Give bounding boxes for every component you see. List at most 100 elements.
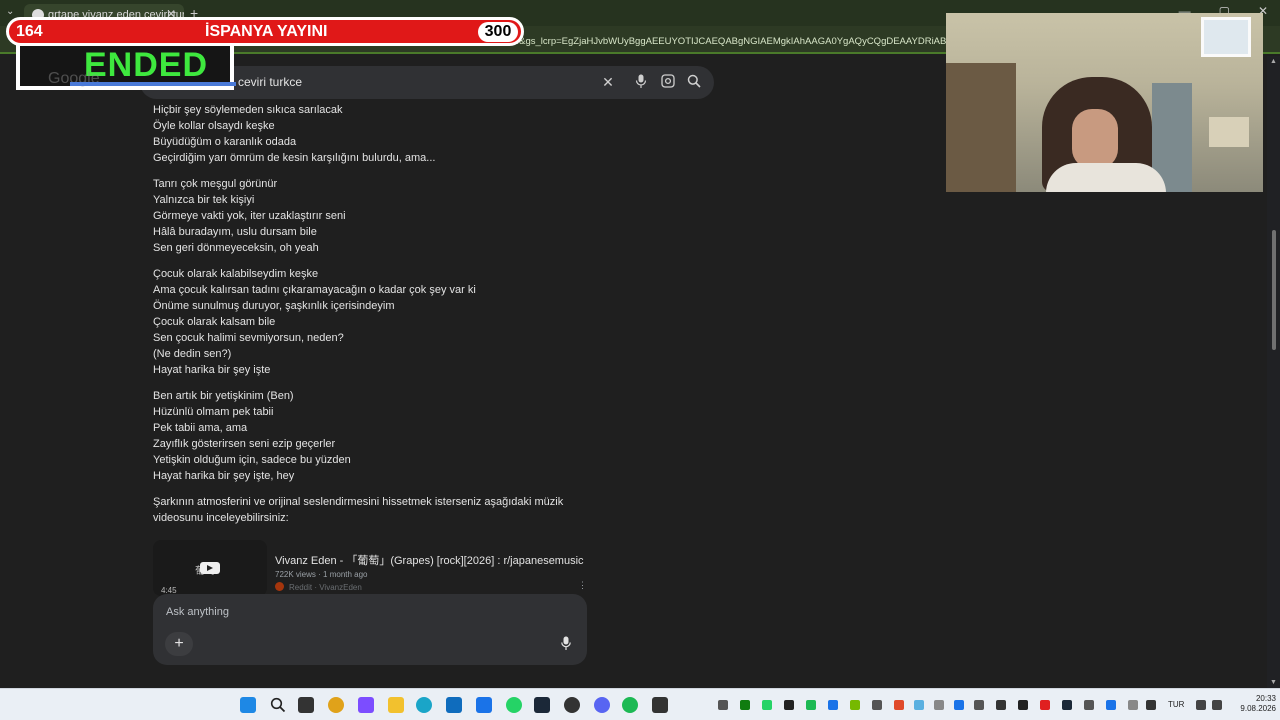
lyric-line: Hâlâ buradayım, uslu dursam bile xyxy=(153,226,317,238)
video-thumbnail[interactable]: 葡萄 4:45 xyxy=(153,540,267,596)
spotify-tray-icon[interactable] xyxy=(806,700,816,710)
volume-icon[interactable] xyxy=(1212,700,1222,710)
play-icon[interactable] xyxy=(200,562,220,574)
store-icon[interactable] xyxy=(446,697,462,713)
lyric-line: Büyüdüğüm o karanlık odada xyxy=(153,136,297,148)
edge-icon[interactable] xyxy=(416,697,432,713)
lens-icon[interactable] xyxy=(660,74,676,90)
tray-icon[interactable] xyxy=(954,700,964,710)
webcam-shirt xyxy=(1046,163,1166,192)
copilot-icon[interactable] xyxy=(358,697,374,713)
tray-icon[interactable] xyxy=(1018,700,1028,710)
lyric-line: Hüzünlü olmam pek tabii xyxy=(153,406,274,418)
reddit-icon xyxy=(275,582,284,591)
more-options-icon[interactable]: ⋮ xyxy=(578,580,587,591)
clock-date: 9.08.2026 xyxy=(1240,704,1276,713)
tray-icon[interactable] xyxy=(718,700,728,710)
language-indicator[interactable]: TUR xyxy=(1168,700,1184,709)
overlay-title: İSPANYA YAYINI xyxy=(205,23,328,40)
clock[interactable]: 20:33 9.08.2026 xyxy=(1232,694,1276,714)
taskbar: TUR 20:33 9.08.2026 xyxy=(0,688,1280,720)
video-source-label: Reddit · VivanzEden xyxy=(289,583,362,592)
tray-icon[interactable] xyxy=(1040,700,1050,710)
video-views: 722K views xyxy=(275,570,316,579)
spotify-icon[interactable] xyxy=(622,697,638,713)
lyric-line: Hayat harika bir şey işte, hey xyxy=(153,470,295,482)
lyric-line: Zayıflık gösterirsen seni ezip geçerler xyxy=(153,438,336,450)
clear-icon[interactable]: ✕ xyxy=(600,74,616,90)
xbox-icon[interactable] xyxy=(740,700,750,710)
ai-answer-content: Hiçbir şey söylemeden sıkıca sarılacak Ö… xyxy=(153,102,593,526)
lyrics-stanza: Ben artık bir yetişkinim (Ben) Hüzünlü o… xyxy=(153,388,593,484)
mic-icon[interactable] xyxy=(561,636,571,653)
whatsapp-icon[interactable] xyxy=(506,697,522,713)
tray-icon[interactable] xyxy=(974,700,984,710)
lyrics-stanza: Hiçbir şey söylemeden sıkıca sarılacak Ö… xyxy=(153,102,593,166)
ask-input[interactable]: Ask anything xyxy=(166,606,229,618)
search-icon[interactable] xyxy=(686,74,702,90)
tray-icon[interactable] xyxy=(1084,700,1094,710)
network-icon[interactable] xyxy=(1196,700,1206,710)
chrome-icon[interactable] xyxy=(328,697,344,713)
webcam-box xyxy=(1209,117,1249,147)
tray-icon[interactable] xyxy=(996,700,1006,710)
tray-icon[interactable] xyxy=(1128,700,1138,710)
tab-search-icon[interactable]: ⌄ xyxy=(6,6,14,17)
overlay-underline xyxy=(70,82,236,86)
steam-tray-icon[interactable] xyxy=(1062,700,1072,710)
lyric-line: (Ne dedin sen?) xyxy=(153,348,232,360)
lyric-line: Sen geri dönmeyeceksin, oh yeah xyxy=(153,242,319,254)
webcam-feed xyxy=(946,13,1263,192)
video-intro-text: Şarkının atmosferini ve orijinal seslend… xyxy=(153,496,564,524)
mic-tray-icon[interactable] xyxy=(1146,700,1156,710)
webcam-shelf xyxy=(946,63,1016,192)
video-meta: 722K views · 1 month ago xyxy=(275,570,368,579)
lyric-line: Pek tabii ama, ama xyxy=(153,422,248,434)
webcam-window xyxy=(1201,17,1251,57)
tray-icon[interactable] xyxy=(828,700,838,710)
lyric-line: Sen çocuk halimi sevmiyorsun, neden? xyxy=(153,332,344,344)
file-explorer-icon[interactable] xyxy=(388,697,404,713)
lyric-line: Ama çocuk kalırsan tadını çıkaramayacağı… xyxy=(153,284,476,296)
add-button[interactable]: + xyxy=(165,632,193,656)
search-icon[interactable] xyxy=(270,697,286,713)
lyric-line: Hiçbir şey söylemeden sıkıca sarılacak xyxy=(153,104,343,116)
start-icon[interactable] xyxy=(240,697,256,713)
right-score: 300 xyxy=(478,22,518,42)
tray-icon[interactable] xyxy=(894,700,904,710)
nvidia-icon[interactable] xyxy=(850,700,860,710)
ask-box[interactable]: Ask anything + xyxy=(153,594,587,665)
video-source: Reddit · VivanzEden xyxy=(275,582,362,592)
mic-icon[interactable] xyxy=(633,74,649,90)
tray-icon[interactable] xyxy=(1106,700,1116,710)
tray-icon[interactable] xyxy=(914,700,924,710)
clock-time: 20:33 xyxy=(1255,694,1276,703)
lyric-line: Çocuk olarak kalsam bile xyxy=(153,316,276,328)
lyric-line: Görmeye vakti yok, iter uzaklaştırır sen… xyxy=(153,210,346,222)
lyric-line: Geçirdiğim yarı ömrüm de kesin karşılığı… xyxy=(153,152,436,164)
whatsapp-tray-icon[interactable] xyxy=(762,700,772,710)
discord-icon[interactable] xyxy=(594,697,610,713)
lyric-line: Hayat harika bir şey işte xyxy=(153,364,271,376)
left-score: 164 xyxy=(16,23,43,40)
tray-icon[interactable] xyxy=(934,700,944,710)
app-icon[interactable] xyxy=(564,697,580,713)
lyrics-stanza: Tanrı çok meşgul görünür Yalnızca bir te… xyxy=(153,176,593,256)
task-view-icon[interactable] xyxy=(298,697,314,713)
webcam-face xyxy=(1072,109,1118,169)
scroll-down-icon[interactable]: ▼ xyxy=(1270,679,1277,686)
lyric-line: Tanrı çok meşgul görünür xyxy=(153,178,278,190)
page-scrollbar[interactable]: ▲ ▼ xyxy=(1267,56,1280,688)
video-title-link[interactable]: Vivanz Eden - 「葡萄」(Grapes) [rock][2026] … xyxy=(275,552,584,568)
score-bar: 164 İSPANYA YAYINI 300 xyxy=(6,17,524,46)
scroll-thumb[interactable] xyxy=(1272,230,1276,350)
tray-icon[interactable] xyxy=(872,700,882,710)
steam-icon[interactable] xyxy=(534,697,550,713)
app-icon[interactable] xyxy=(652,697,668,713)
lyric-line: Yalnızca bir tek kişiyi xyxy=(153,194,255,206)
scroll-up-icon[interactable]: ▲ xyxy=(1270,58,1277,65)
mail-icon[interactable] xyxy=(476,697,492,713)
lyric-line: Yetişkin olduğum için, sadece bu yüzden xyxy=(153,454,351,466)
lyric-line: Ben artık bir yetişkinim (Ben) xyxy=(153,390,294,402)
tray-icon[interactable] xyxy=(784,700,794,710)
